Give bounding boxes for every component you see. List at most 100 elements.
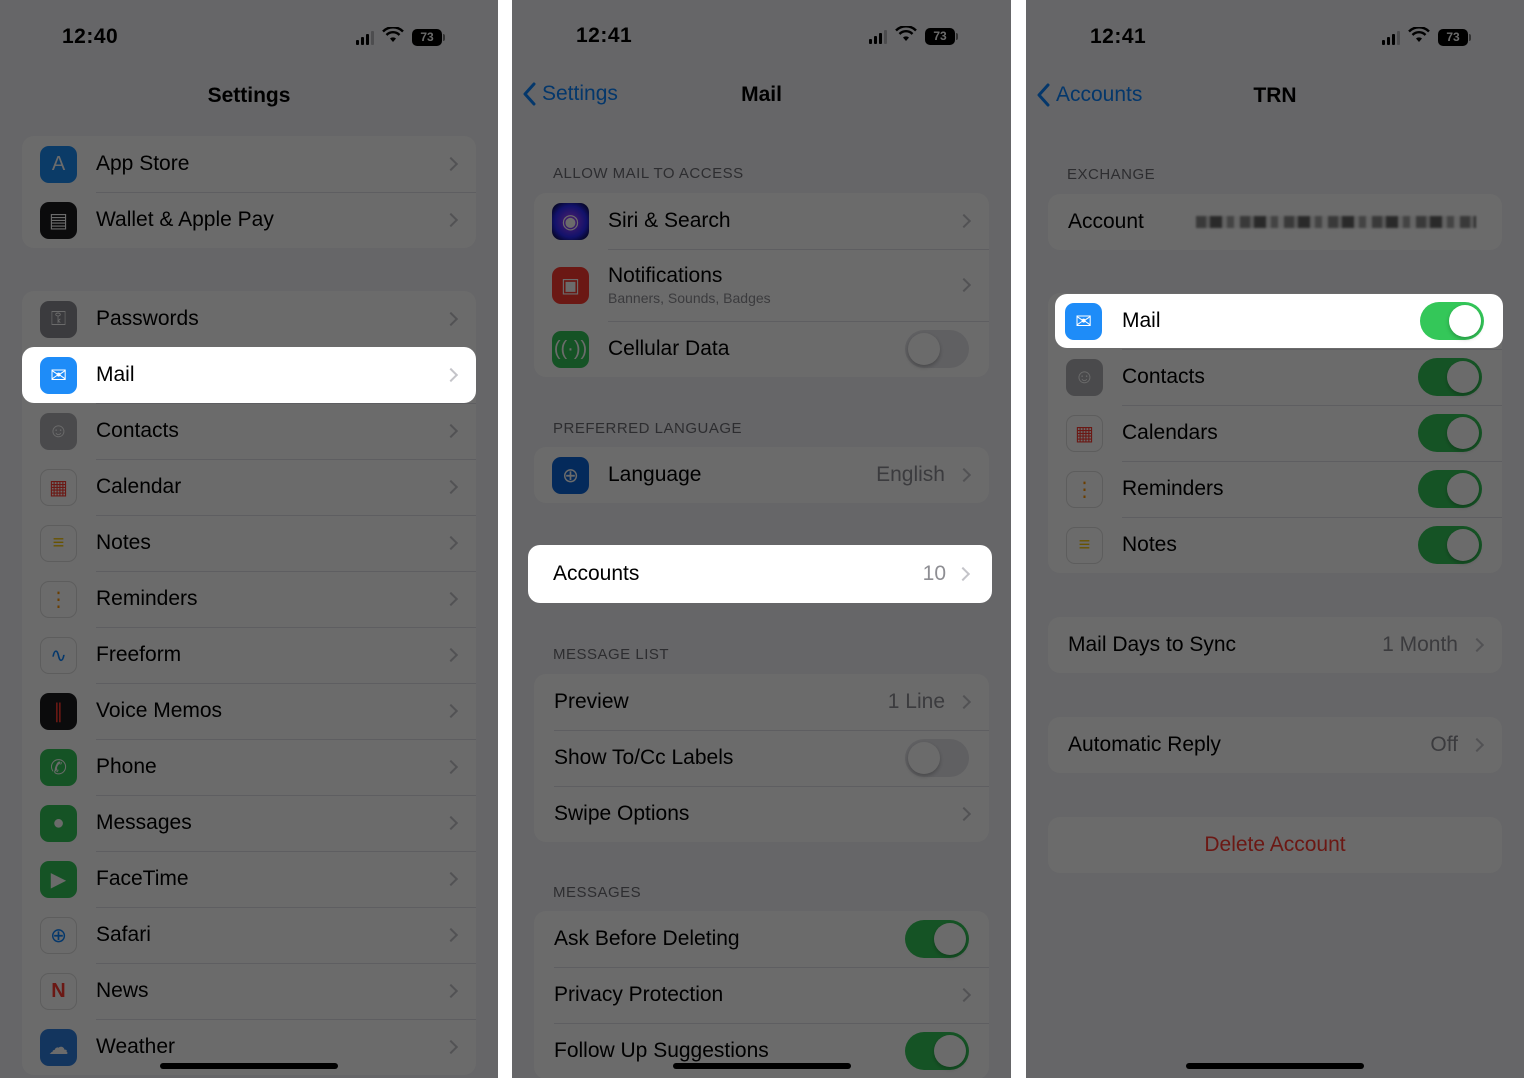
siri-search-row[interactable]: ◉ Siri & Search [534,193,989,249]
signal-icon [1382,30,1400,45]
row-label: Preview [554,690,629,713]
chevron-right-icon [443,367,459,383]
row-label: Reminders [1122,477,1224,500]
chevron-right-icon [956,467,972,483]
settings-item-freeform[interactable]: ∿ Freeform [22,627,476,683]
settings-item-wallet[interactable]: ▤ Wallet & Apple Pay [22,192,476,248]
sync-value: 1 Month [1382,633,1458,656]
settings-item-label: Calendar [96,475,182,498]
contacts-toggle[interactable] [1418,358,1482,396]
signal-icon [356,30,374,45]
home-indicator[interactable] [160,1063,338,1069]
notifications-row[interactable]: ▣ Notifications Banners, Sounds, Badges [534,249,989,321]
auto-reply-value: Off [1430,733,1458,756]
chevron-right-icon [1469,637,1485,653]
settings-item-voice-memos[interactable]: ∥ Voice Memos [22,683,476,739]
row-label: Privacy Protection [554,983,724,1006]
settings-group-apps: ⚿ Passwords ☺ Contacts ▦ Calendar ≡ Note… [22,291,476,1075]
battery-icon: 73 [1438,29,1471,46]
ask-before-deleting-toggle[interactable] [905,920,969,958]
chevron-right-icon [443,156,459,172]
highlighted-mail-row: ✉ Mail [22,347,476,403]
follow-up-toggle[interactable] [905,1032,969,1070]
calendar-icon: ▦ [1066,414,1103,452]
allow-access-group: ◉ Siri & Search ▣ Notifications Banners, … [534,193,989,377]
globe-icon: ⊕ [552,456,589,494]
settings-item-app-store[interactable]: A App Store [22,136,476,192]
settings-item-facetime[interactable]: ▶ FaceTime [22,851,476,907]
notifications-subtitle: Banners, Sounds, Badges [608,290,771,306]
settings-item-mail[interactable]: ✉ Mail [22,347,476,403]
notifications-icon: ▣ [552,266,589,304]
settings-item-messages[interactable]: ● Messages [22,795,476,851]
row-label: Show To/Cc Labels [554,746,734,769]
chevron-right-icon [443,983,459,999]
mail-toggle[interactable] [1420,302,1484,340]
home-indicator[interactable] [1186,1063,1364,1069]
settings-item-reminders[interactable]: ⋮ Reminders [22,571,476,627]
mail-settings-screen: 12:41 73 Settings Mail ALLOW MAIL TO ACC… [512,0,1011,1078]
contacts-icon: ☺ [40,412,77,450]
chevron-right-icon [443,212,459,228]
status-time: 12:41 [576,24,633,47]
sync-group: Mail Days to Sync 1 Month [1048,617,1502,673]
notifications-label: Notifications [608,264,723,287]
show-tocc-toggle[interactable] [905,739,969,777]
wifi-icon [1408,26,1430,48]
automatic-reply-row[interactable]: Automatic Reply Off [1048,717,1502,773]
reminders-row: ⋮ Reminders [1048,461,1502,517]
settings-item-label: Safari [96,923,151,946]
chevron-right-icon [443,759,459,775]
settings-item-safari[interactable]: ⊕ Safari [22,907,476,963]
messages-group: Ask Before Deleting Privacy Protection F… [534,911,989,1078]
row-label: Accounts [553,562,640,585]
settings-item-passwords[interactable]: ⚿ Passwords [22,291,476,347]
settings-item-label: Voice Memos [96,699,223,722]
settings-item-label: App Store [96,152,190,175]
settings-screen: 12:40 73 Settings A App Store ▤ Wallet &… [0,0,498,1078]
key-icon: ⚿ [40,300,77,338]
home-indicator[interactable] [673,1063,851,1069]
swipe-options-row[interactable]: Swipe Options [534,786,989,842]
section-header-messages: MESSAGES [553,884,642,901]
siri-icon: ◉ [552,202,589,240]
chevron-right-icon [956,694,972,710]
account-trn-screen: 12:41 73 Accounts TRN EXCHANGE Account ☺… [1026,0,1524,1078]
settings-item-calendar[interactable]: ▦ Calendar [22,459,476,515]
settings-item-contacts[interactable]: ☺ Contacts [22,403,476,459]
calendars-toggle[interactable] [1418,414,1482,452]
row-label: Automatic Reply [1068,733,1221,756]
calendar-icon: ▦ [40,468,77,506]
mail-icon: ✉ [1065,302,1102,340]
settings-item-label: Wallet & Apple Pay [96,208,274,231]
settings-item-label: Mail [96,363,135,386]
account-row[interactable]: Account [1048,194,1502,250]
section-header-exchange: EXCHANGE [1067,166,1156,183]
ask-before-deleting-row: Ask Before Deleting [534,911,989,967]
contacts-row: ☺ Contacts [1048,349,1502,405]
settings-item-notes[interactable]: ≡ Notes [22,515,476,571]
settings-item-phone[interactable]: ✆ Phone [22,739,476,795]
accounts-row[interactable]: Accounts 10 [528,545,992,603]
reminders-toggle[interactable] [1418,470,1482,508]
page-title: TRN [1253,84,1297,107]
highlighted-mail-row: ✉ Mail [1055,294,1503,348]
battery-icon: 73 [412,29,445,46]
messages-icon: ● [40,804,77,842]
app-store-icon: A [40,145,77,183]
row-label: Account [1068,210,1144,233]
row-label: Language [608,463,702,486]
section-header-message-list: MESSAGE LIST [553,646,670,663]
preview-row[interactable]: Preview 1 Line [534,674,989,730]
cellular-data-toggle[interactable] [905,330,969,368]
mail-days-sync-row[interactable]: Mail Days to Sync 1 Month [1048,617,1502,673]
settings-item-news[interactable]: N News [22,963,476,1019]
chevron-right-icon [443,647,459,663]
safari-icon: ⊕ [40,916,77,954]
auto-reply-group: Automatic Reply Off [1048,717,1502,773]
privacy-protection-row[interactable]: Privacy Protection [534,967,989,1023]
delete-account-button[interactable]: Delete Account [1048,817,1502,873]
page-title: Mail [741,83,782,106]
language-row[interactable]: ⊕ Language English [534,447,989,503]
notes-toggle[interactable] [1418,526,1482,564]
